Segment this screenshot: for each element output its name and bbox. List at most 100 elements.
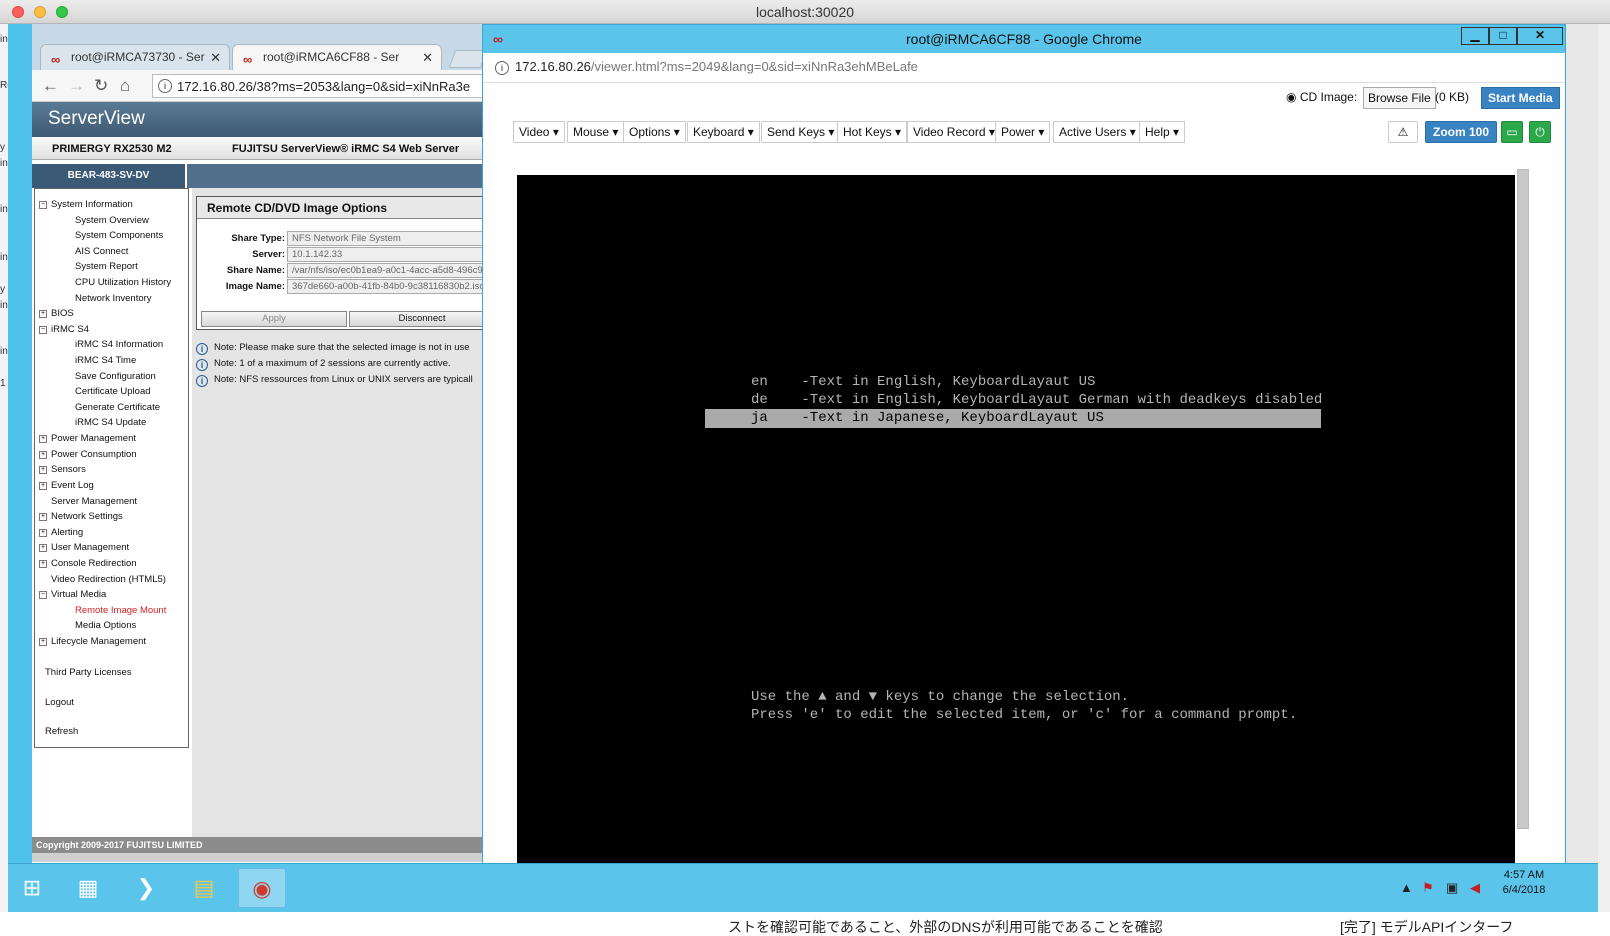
menu-keyboard[interactable]: Keyboard ▾ (687, 121, 760, 143)
menu-mouse[interactable]: Mouse ▾ (567, 121, 625, 143)
menu-video-record[interactable]: Video Record ▾ (907, 121, 1001, 143)
flag-icon[interactable]: ⚑ (1422, 880, 1434, 896)
browse-file-button[interactable]: Browse File (1363, 87, 1436, 109)
disconnect-button[interactable]: Disconnect (349, 311, 495, 327)
logout-link[interactable]: Logout (45, 697, 74, 708)
menu-active-users[interactable]: Active Users ▾ (1053, 121, 1142, 143)
tree-item[interactable]: Save Configuration (75, 371, 156, 382)
minimize-icon[interactable]: ▁ (1461, 27, 1489, 45)
tree-item[interactable]: − System Information (39, 199, 133, 210)
expand-icon[interactable]: + (39, 435, 47, 443)
tree-item[interactable]: Network Inventory (75, 293, 152, 304)
tree-item[interactable]: System Components (75, 230, 163, 241)
tree-item[interactable]: iRMC S4 Information (75, 339, 163, 350)
tree-item[interactable]: Server Management (39, 495, 137, 507)
monitor-icon[interactable]: ▭ (1501, 121, 1523, 143)
url-field[interactable]: i 172.16.80.26/38?ms=2053&lang=0&sid=xiN… (152, 74, 492, 98)
volume-icon[interactable]: ◀ (1470, 880, 1480, 896)
tree-item[interactable]: Certificate Upload (75, 386, 151, 397)
home-icon[interactable]: ⌂ (120, 76, 130, 96)
menu-video[interactable]: Video ▾ (513, 121, 565, 143)
image-name-field[interactable]: 367de660-a00b-41fb-84b0-9c38116830b2.iso (287, 279, 497, 294)
tree-item[interactable]: + Console Redirection (39, 558, 137, 569)
refresh-link[interactable]: Refresh (45, 726, 78, 737)
tree-item[interactable]: − Virtual Media (39, 589, 106, 600)
chrome-icon[interactable]: ◉ (238, 868, 286, 908)
minimize-dot-icon[interactable] (34, 6, 46, 18)
vertical-scrollbar[interactable] (1517, 169, 1529, 829)
close-tab-icon[interactable]: ✕ (422, 50, 433, 66)
remote-console-screen[interactable]: en -Text in English, KeyboardLayaut US d… (517, 175, 1515, 865)
share-name-field[interactable]: /var/nfs/iso/ec0b1ea9-a0c1-4acc-a5d8-496… (287, 263, 497, 278)
tree-item[interactable]: + Alerting (39, 527, 83, 538)
info-icon[interactable]: i (495, 61, 509, 75)
zoom-dot-icon[interactable] (56, 6, 68, 18)
tree-item[interactable]: − iRMC S4 (39, 324, 89, 335)
menu-help[interactable]: Help ▾ (1139, 121, 1186, 143)
menu-options[interactable]: Options ▾ (623, 121, 686, 143)
reload-icon[interactable]: ↻ (94, 76, 108, 96)
expand-icon[interactable]: + (39, 528, 47, 537)
expand-icon[interactable]: + (39, 637, 47, 646)
powershell-icon[interactable]: ❯ (122, 868, 170, 908)
menu-hot-keys[interactable]: Hot Keys ▾ (837, 121, 908, 143)
server-field[interactable]: 10.1.142.33 (287, 247, 497, 262)
expand-icon[interactable]: + (39, 466, 47, 475)
tree-item[interactable]: Remote Image Mount (75, 605, 166, 616)
menu-power[interactable]: Power ▾ (995, 121, 1051, 143)
network-icon[interactable]: ▣ (1446, 880, 1458, 896)
tree-item[interactable]: Media Options (75, 620, 136, 631)
image-name-row: Image Name: 367de660-a00b-41fb-84b0-9c38… (197, 279, 497, 294)
close-window-icon[interactable]: ✕ (1517, 27, 1563, 45)
tab-irmca6cf88[interactable]: ∞ root@iRMCA6CF88 - Ser ✕ (232, 44, 442, 70)
tree-item[interactable]: CPU Utilization History (75, 277, 171, 288)
forward-arrow-icon[interactable]: → (68, 76, 85, 96)
tree-item[interactable]: + Power Management (39, 433, 136, 444)
tree-item[interactable]: System Overview (75, 215, 149, 226)
warning-icon[interactable]: ⚠ (1388, 121, 1418, 143)
zoom-button[interactable]: Zoom 100 % (1425, 121, 1497, 159)
tree-item[interactable]: + Network Settings (39, 511, 123, 522)
tree-item[interactable]: + BIOS (39, 308, 74, 319)
tree-item[interactable]: + Event Log (39, 480, 94, 491)
tree-item[interactable]: Video Redirection (HTML5) (39, 573, 166, 585)
apply-button[interactable]: Apply (201, 311, 347, 327)
expand-icon[interactable]: + (39, 559, 47, 568)
third-party-licenses-link[interactable]: Third Party Licenses (45, 667, 132, 678)
info-icon[interactable]: i (158, 79, 172, 93)
share-type-select[interactable]: NFS Network File System ▼ (287, 231, 497, 246)
tree-item[interactable]: + Sensors (39, 464, 86, 475)
power-icon[interactable]: ⏻ (1529, 121, 1551, 143)
file-explorer-icon[interactable]: ▤ (180, 868, 228, 908)
expand-icon[interactable]: + (39, 310, 47, 319)
caret-down-icon: ▾ (1126, 125, 1136, 139)
tree-item[interactable]: + User Management (39, 542, 129, 553)
viewer-address-bar[interactable]: i 172.16.80.26/viewer.html?ms=2049&lang=… (483, 53, 1565, 83)
tree-item[interactable]: iRMC S4 Update (75, 417, 146, 428)
start-media-button[interactable]: Start Media (1481, 87, 1560, 109)
tray-up-arrow-icon[interactable]: ▲ (1400, 880, 1413, 895)
maximize-icon[interactable]: □ (1489, 27, 1517, 45)
expand-icon[interactable]: + (39, 481, 47, 490)
back-arrow-icon[interactable]: ← (42, 76, 59, 96)
tab-irmca73730[interactable]: ∞ root@iRMCA73730 - Ser ✕ (40, 44, 230, 70)
expand-icon[interactable]: + (39, 513, 47, 521)
tree-item[interactable]: Generate Certificate (75, 402, 160, 413)
clock[interactable]: 4:57 AM 6/4/2018 (1484, 868, 1564, 898)
tree-item[interactable]: System Report (75, 261, 138, 272)
tree-item[interactable]: + Lifecycle Management (39, 636, 146, 647)
tree-item[interactable]: iRMC S4 Time (75, 355, 136, 366)
collapse-icon[interactable]: − (39, 591, 47, 599)
server-manager-icon[interactable]: ▦ (64, 868, 112, 908)
close-dot-icon[interactable] (12, 6, 24, 18)
host-name: BEAR-483-SV-DV (32, 164, 187, 188)
collapse-icon[interactable]: − (39, 201, 47, 209)
expand-icon[interactable]: + (39, 450, 47, 459)
expand-icon[interactable]: + (39, 544, 47, 553)
collapse-icon[interactable]: − (39, 325, 47, 334)
menu-send-keys[interactable]: Send Keys ▾ (761, 121, 841, 143)
tree-item[interactable]: + Power Consumption (39, 449, 137, 460)
close-tab-icon[interactable]: ✕ (210, 50, 221, 66)
tree-item[interactable]: AIS Connect (75, 246, 128, 257)
windows-start-icon[interactable]: ⊞ (8, 868, 56, 908)
